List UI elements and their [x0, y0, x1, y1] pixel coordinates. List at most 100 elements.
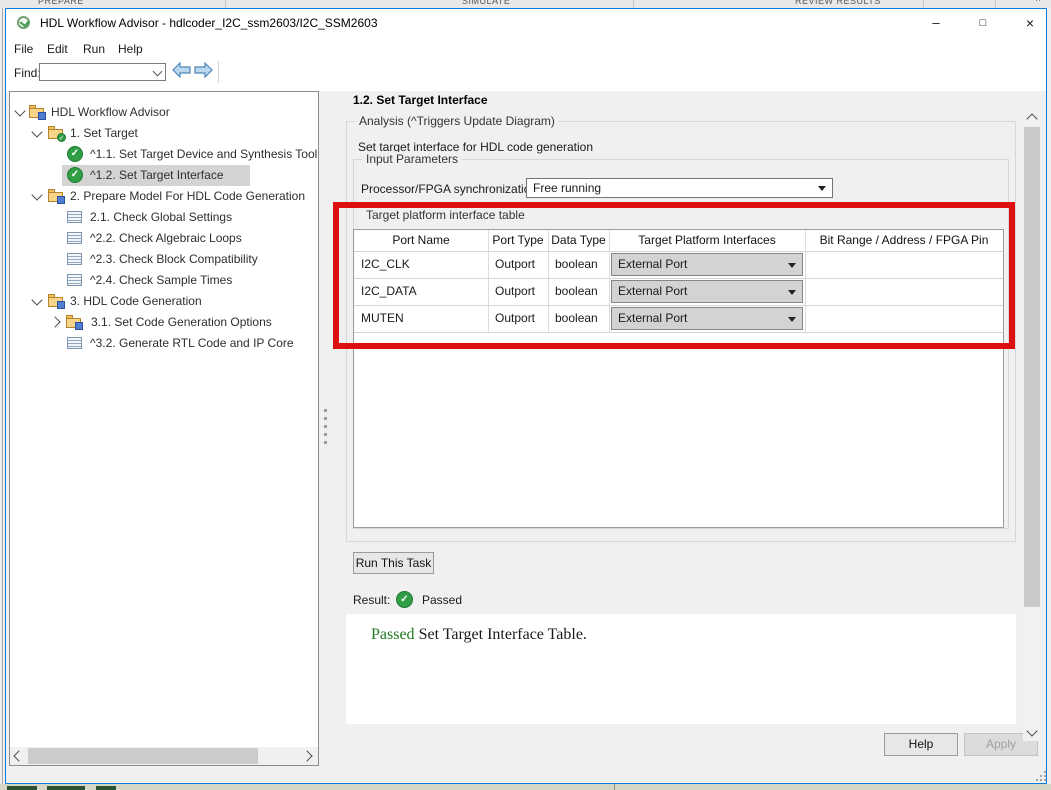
- tree-item-label[interactable]: ^2.2. Check Algebraic Loops: [90, 228, 242, 249]
- expander-down-icon[interactable]: [31, 294, 43, 306]
- tree-item-generate-rtl-code[interactable]: ^3.2. Generate RTL Code and IP Core: [10, 333, 318, 354]
- tree-item-label[interactable]: 2.1. Check Global Settings: [90, 207, 232, 228]
- expander-right-icon[interactable]: [49, 316, 61, 328]
- cell-data-type: boolean: [555, 257, 598, 271]
- tree-item-check-sample-times[interactable]: ^2.4. Check Sample Times: [10, 270, 318, 291]
- tree-item-check-block-compatibility[interactable]: ^2.3. Check Block Compatibility: [10, 249, 318, 270]
- background-right-sliver: [1047, 8, 1051, 784]
- folder-icon: [48, 294, 65, 309]
- scrollbar-thumb[interactable]: [28, 748, 258, 764]
- report-icon: [67, 232, 82, 244]
- resize-grip[interactable]: [1034, 771, 1048, 783]
- tree-item-label[interactable]: 2. Prepare Model For HDL Code Generation: [70, 186, 305, 207]
- cell-bit-range[interactable]: [805, 305, 1003, 332]
- tree-item-label[interactable]: HDL Workflow Advisor: [51, 102, 170, 123]
- panel-vertical-scrollbar[interactable]: [1023, 109, 1041, 741]
- menu-file[interactable]: File: [14, 42, 33, 56]
- scroll-up-icon[interactable]: [1026, 113, 1038, 125]
- folder-icon: [48, 189, 65, 204]
- interface-dropdown[interactable]: External Port: [611, 307, 803, 330]
- check-circle-icon: ✓: [67, 146, 83, 162]
- find-next-button[interactable]: [194, 61, 214, 80]
- tree-item-hdl-code-generation[interactable]: 3. HDL Code Generation: [10, 291, 318, 312]
- background-tab-simulate: SIMULATE: [462, 0, 511, 6]
- analysis-group-label: Analysis (^Triggers Update Diagram): [355, 114, 559, 128]
- cell-bit-range[interactable]: [805, 251, 1003, 278]
- run-this-task-button[interactable]: Run This Task: [353, 552, 434, 574]
- sync-dropdown-value: Free running: [533, 181, 602, 195]
- interface-dropdown-value: External Port: [618, 311, 688, 325]
- expander-down-icon[interactable]: [14, 105, 26, 117]
- menu-run[interactable]: Run: [83, 42, 105, 56]
- interface-dropdown-value: External Port: [618, 257, 688, 271]
- column-header-port-type: Port Type: [492, 233, 544, 247]
- tree-item-label[interactable]: ^3.2. Generate RTL Code and IP Core: [90, 333, 294, 354]
- column-header-target-platform-interfaces: Target Platform Interfaces: [638, 233, 776, 247]
- tree-item-label[interactable]: 3.1. Set Code Generation Options: [91, 312, 272, 333]
- splitter-handle[interactable]: [324, 425, 327, 428]
- tree-item-label[interactable]: ^2.4. Check Sample Times: [90, 270, 232, 291]
- expander-down-icon[interactable]: [31, 189, 43, 201]
- background-model-block: [96, 786, 116, 790]
- chevron-down-icon: [818, 186, 826, 191]
- menu-help[interactable]: Help: [118, 42, 143, 56]
- chevron-down-icon[interactable]: [152, 66, 163, 77]
- grid-line: [609, 230, 610, 332]
- tree-horizontal-scrollbar[interactable]: [10, 747, 318, 765]
- folder-icon: [29, 105, 46, 120]
- tree-item-label[interactable]: 3. HDL Code Generation: [70, 291, 202, 312]
- find-previous-button[interactable]: [172, 61, 192, 80]
- splitter-handle[interactable]: [324, 433, 327, 436]
- cell-port-type: Outport: [495, 311, 536, 325]
- background-model-strip: [0, 784, 1051, 790]
- find-combobox[interactable]: [39, 63, 166, 81]
- minimize-button[interactable]: –: [919, 12, 953, 34]
- arrow-right-icon: [194, 61, 213, 79]
- menu-edit[interactable]: Edit: [47, 42, 68, 56]
- interface-dropdown[interactable]: External Port: [611, 280, 803, 303]
- interface-dropdown[interactable]: External Port: [611, 253, 803, 276]
- background-divider: [614, 784, 615, 790]
- passed-check-icon: ✓: [396, 591, 413, 608]
- background-tab-prepare: PREPARE: [38, 0, 84, 6]
- background-tab-review-results: REVIEW RESULTS: [795, 0, 881, 6]
- cell-bit-range[interactable]: [805, 278, 1003, 305]
- sync-label: Processor/FPGA synchronization:: [361, 182, 541, 196]
- tree-item-set-target-device[interactable]: ✓ ^1.1. Set Target Device and Synthesis …: [10, 144, 318, 165]
- splitter-handle[interactable]: [324, 417, 327, 420]
- scroll-left-icon[interactable]: [13, 750, 25, 762]
- scroll-right-icon[interactable]: [301, 750, 313, 762]
- input-parameters-label: Input Parameters: [362, 152, 463, 166]
- tree-item-label[interactable]: 1. Set Target: [70, 123, 138, 144]
- scrollbar-thumb[interactable]: [1024, 127, 1040, 607]
- folder-check-icon: ✓: [48, 126, 66, 142]
- help-button[interactable]: Help: [884, 733, 958, 756]
- background-model-block: [47, 786, 85, 790]
- column-header-port-name: Port Name: [392, 233, 450, 247]
- toolstrip-collapse-icon: ^: [1036, 0, 1041, 6]
- splitter-handle[interactable]: [324, 409, 327, 412]
- tree-item-set-target[interactable]: ✓ 1. Set Target: [10, 123, 318, 144]
- tree-item-check-algebraic-loops[interactable]: ^2.2. Check Algebraic Loops: [10, 228, 318, 249]
- sync-dropdown[interactable]: Free running: [526, 178, 833, 198]
- cell-port-name: I2C_DATA: [361, 284, 417, 298]
- scroll-down-icon[interactable]: [1026, 725, 1038, 737]
- tree-item-check-global-settings[interactable]: 2.1. Check Global Settings: [10, 207, 318, 228]
- tree-item-prepare-model[interactable]: 2. Prepare Model For HDL Code Generation: [10, 186, 318, 207]
- tree-item-label[interactable]: ^1.2. Set Target Interface: [90, 165, 224, 186]
- tree-item-set-target-interface[interactable]: ✓ ^1.2. Set Target Interface: [10, 165, 318, 186]
- find-input[interactable]: [41, 65, 153, 81]
- toolstrip-separator: [633, 0, 634, 8]
- cell-data-type: boolean: [555, 284, 598, 298]
- tree-item-set-code-generation-options[interactable]: 3.1. Set Code Generation Options: [10, 312, 318, 333]
- maximize-button[interactable]: □: [966, 12, 1000, 34]
- tree-item-hdl-workflow-advisor[interactable]: HDL Workflow Advisor: [10, 102, 318, 123]
- result-label: Result:: [353, 593, 391, 607]
- tree-item-label[interactable]: ^1.1. Set Target Device and Synthesis To…: [90, 144, 317, 165]
- chevron-down-icon: [788, 262, 796, 268]
- splitter-handle[interactable]: [324, 441, 327, 444]
- expander-down-icon[interactable]: [31, 126, 43, 138]
- report-icon: [67, 337, 82, 349]
- close-button[interactable]: ×: [1013, 12, 1047, 34]
- tree-item-label[interactable]: ^2.3. Check Block Compatibility: [90, 249, 258, 270]
